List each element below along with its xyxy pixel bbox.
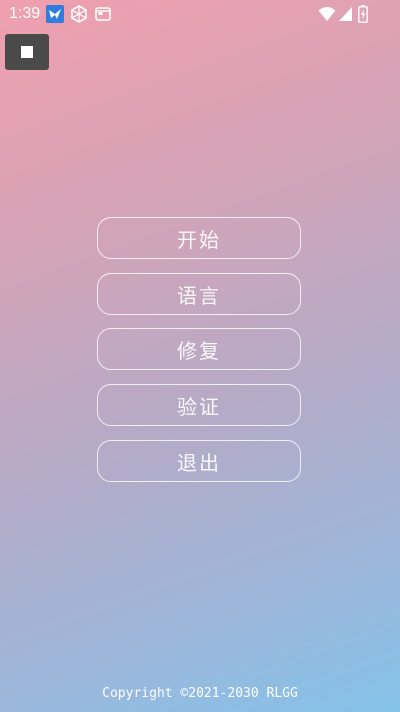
exit-button[interactable]: 退出 — [97, 440, 301, 482]
cell-signal-icon — [338, 5, 353, 23]
shield-app-icon — [70, 5, 88, 23]
copyright-text: Copyright ©2021-2030 RLGG — [102, 686, 298, 701]
verify-button[interactable]: 验证 — [97, 384, 301, 426]
verify-button-label: 验证 — [177, 394, 221, 419]
status-time: 1:39 — [9, 5, 41, 22]
app-screen: 1:39 开始 语言 修复 验证 退出 Copyright ©2021-2030… — [0, 0, 400, 712]
language-button-label: 语言 — [177, 283, 221, 308]
start-button-label: 开始 — [177, 227, 221, 252]
language-button[interactable]: 语言 — [97, 273, 301, 315]
exit-button-label: 退出 — [177, 450, 221, 475]
app-notification-icon — [46, 5, 64, 23]
status-bar: 1:39 — [0, 0, 400, 28]
repair-button-label: 修复 — [177, 338, 221, 363]
battery-charging-icon — [358, 5, 368, 23]
stop-icon — [21, 46, 33, 58]
start-button[interactable]: 开始 — [97, 217, 301, 259]
repair-button[interactable]: 修复 — [97, 328, 301, 370]
wifi-icon — [318, 5, 336, 23]
window-app-icon — [95, 5, 111, 23]
stop-button[interactable] — [5, 34, 49, 70]
